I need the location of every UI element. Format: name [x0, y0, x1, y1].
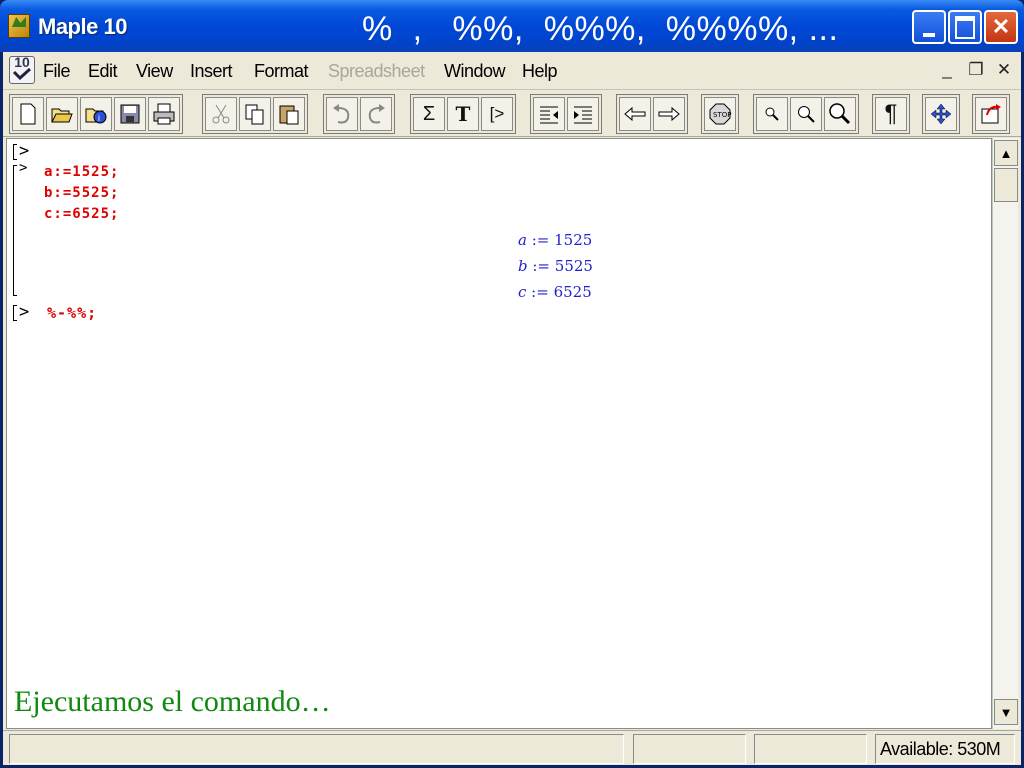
math-sigma-icon[interactable]: Σ — [413, 97, 445, 131]
print-icon[interactable] — [148, 97, 180, 131]
scroll-down-icon[interactable]: ▼ — [994, 699, 1018, 725]
paste-icon[interactable] — [273, 97, 305, 131]
toolbar: i Σ T [> STOP ¶ — [3, 91, 1021, 137]
open-icon[interactable] — [46, 97, 78, 131]
text-t-icon[interactable]: T — [447, 97, 479, 131]
svg-text:i: i — [98, 113, 100, 123]
minimize-button[interactable] — [912, 10, 946, 44]
insert-prompt-icon[interactable]: [> — [481, 97, 513, 131]
group-bracket — [13, 165, 17, 296]
current-input-line[interactable]: %-%%; — [47, 304, 97, 322]
redo-icon[interactable] — [360, 97, 392, 131]
group-bracket — [13, 305, 17, 321]
status-bar: Available: 530M — [3, 730, 1021, 765]
svg-text:STOP: STOP — [713, 111, 731, 119]
stop-toolbar-group: STOP — [701, 94, 739, 134]
menu-spreadsheet: Spreadsheet — [328, 61, 425, 81]
document-icon-text: 10 — [14, 54, 30, 70]
undo-icon[interactable] — [326, 97, 358, 131]
output-line-b: b := 5525 — [518, 257, 593, 275]
close-button[interactable] — [984, 10, 1018, 44]
menu-view[interactable]: View — [136, 61, 173, 82]
output-line-a: a := 1525 — [518, 231, 593, 249]
prompt-symbol: > — [19, 141, 30, 161]
zoom-toolbar-group — [753, 94, 859, 134]
window-frame: 10 File Edit View Insert Format Spreadsh… — [3, 52, 1021, 765]
pilcrow-toolbar-group: ¶ — [872, 94, 910, 134]
menu-window[interactable]: Window — [444, 61, 506, 82]
status-panel-bytes — [754, 734, 867, 764]
status-memory: Available: 530M — [875, 734, 1015, 764]
menu-bar: 10 File Edit View Insert Format Spreadsh… — [3, 52, 1021, 90]
input-line-a[interactable]: a:=1525; — [44, 164, 119, 180]
open-url-icon[interactable]: i — [80, 97, 112, 131]
worksheet[interactable]: > > a:=1525; b:=5525; c:=6525; a := 1525… — [6, 138, 992, 729]
status-panel-main — [9, 734, 624, 764]
menu-edit[interactable]: Edit — [88, 61, 118, 82]
indent-toolbar-group — [530, 94, 602, 134]
outdent-icon[interactable] — [533, 97, 565, 131]
doc-minimize-icon[interactable]: _ — [936, 60, 958, 80]
new-icon[interactable] — [12, 97, 44, 131]
maple-app-icon[interactable] — [8, 14, 30, 38]
save-icon[interactable] — [114, 97, 146, 131]
output-line-c: c := 6525 — [518, 283, 592, 301]
insert-toolbar-group: Σ T [> — [410, 94, 516, 134]
document-icon[interactable]: 10 — [9, 54, 35, 84]
back-arrow-icon[interactable] — [619, 97, 651, 131]
indent-icon[interactable] — [567, 97, 599, 131]
stop-icon[interactable]: STOP — [704, 97, 736, 131]
doc-restore-icon[interactable]: ❐ — [965, 60, 987, 80]
restart-toolbar-group — [972, 94, 1010, 134]
menu-help[interactable]: Help — [522, 61, 558, 82]
zoom-large-icon[interactable] — [824, 97, 856, 131]
doc-close-icon[interactable]: ✕ — [993, 60, 1015, 80]
check-icon — [12, 67, 32, 81]
cut-icon[interactable] — [205, 97, 237, 131]
edit-toolbar-group — [202, 94, 308, 134]
app-title: Maple 10 — [38, 14, 127, 39]
menu-insert[interactable]: Insert — [190, 61, 233, 82]
zoom-small-icon[interactable] — [756, 97, 788, 131]
input-line-c[interactable]: c:=6525; — [44, 206, 119, 222]
group-bracket — [13, 144, 17, 160]
menu-file[interactable]: File — [43, 61, 71, 82]
scroll-up-icon[interactable]: ▲ — [994, 140, 1018, 166]
file-toolbar-group: i — [9, 94, 183, 134]
input-line-b[interactable]: b:=5525; — [44, 185, 119, 201]
status-panel-time — [633, 734, 746, 764]
maximize-button[interactable] — [948, 10, 982, 44]
slide-caption: Ejecutamos el comando… — [14, 685, 331, 718]
navigation-toolbar-group — [616, 94, 688, 134]
scroll-thumb[interactable] — [994, 168, 1018, 202]
pilcrow-icon[interactable]: ¶ — [875, 97, 907, 131]
restart-icon[interactable] — [975, 97, 1007, 131]
zoom-medium-icon[interactable] — [790, 97, 822, 131]
menu-format[interactable]: Format — [254, 61, 309, 82]
copy-icon[interactable] — [239, 97, 271, 131]
prompt-symbol: > — [19, 160, 28, 176]
prompt-symbol: > — [19, 302, 30, 322]
vertical-scrollbar[interactable]: ▲ ▼ — [992, 138, 1018, 729]
move-toolbar-group — [922, 94, 960, 134]
slide-title: % , %%, %%%, %%%%, ... — [362, 10, 839, 48]
move-icon[interactable] — [925, 97, 957, 131]
undo-toolbar-group — [323, 94, 395, 134]
forward-arrow-icon[interactable] — [653, 97, 685, 131]
title-bar: Maple 10 % , %%, %%%, %%%%, ... — [0, 0, 1024, 52]
